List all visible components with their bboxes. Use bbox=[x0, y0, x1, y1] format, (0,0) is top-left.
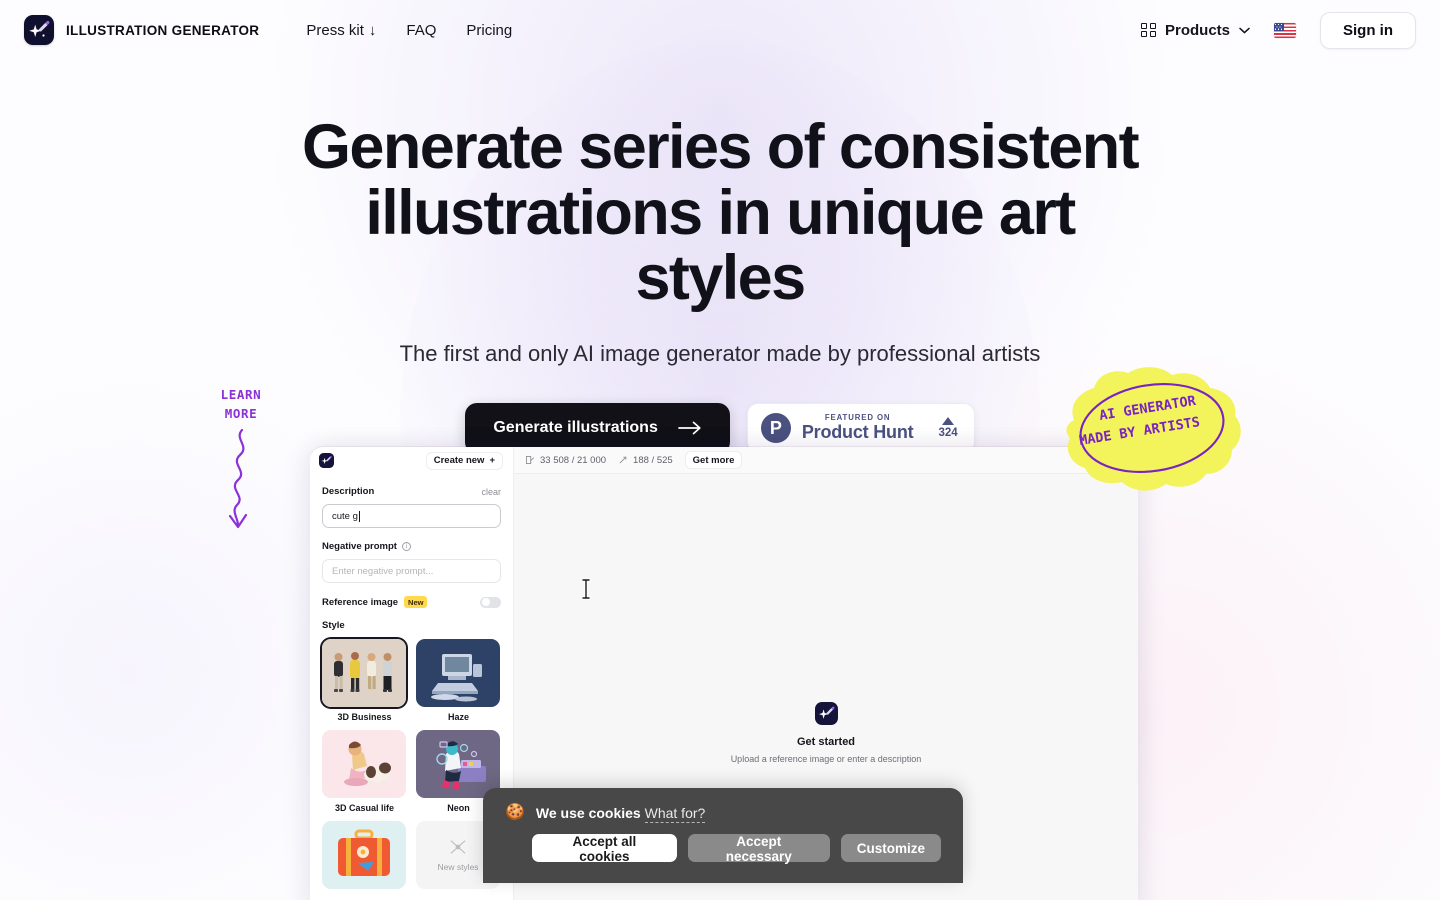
style-name-3d-casual-life: 3D Casual life bbox=[334, 803, 395, 813]
generation-credits-value: 188 / 525 bbox=[633, 454, 673, 466]
style-thumb-travel bbox=[322, 821, 406, 889]
style-label: Style bbox=[322, 620, 345, 631]
product-hunt-logo-icon: P bbox=[760, 413, 791, 444]
info-icon[interactable]: i bbox=[401, 542, 411, 551]
ai-generator-sticker: AI GENERATOR MADE BY ARTISTS bbox=[1052, 362, 1252, 497]
style-thumb-neon bbox=[416, 730, 500, 798]
get-started-title: Get started bbox=[796, 736, 856, 748]
reference-image-header: Reference image New bbox=[322, 596, 501, 608]
product-hunt-featured-label: FEATURED ON bbox=[824, 413, 891, 423]
style-option-travel[interactable] bbox=[322, 821, 407, 894]
style-thumb-3d-business bbox=[322, 639, 406, 707]
style-thumb-3d-casual-life bbox=[322, 730, 406, 798]
sparkle-brush-icon bbox=[24, 15, 54, 45]
products-menu-button[interactable]: Products bbox=[1141, 22, 1250, 39]
generation-credits: 188 / 525 bbox=[618, 455, 673, 466]
product-hunt-vote-count: 324 bbox=[938, 427, 958, 440]
cookie-message-row: 🍪 We use cookies What for? bbox=[505, 804, 941, 823]
app-canvas-header: 33 508 / 21 000 188 / 525 Get more I bbox=[514, 447, 1138, 474]
arrow-right-icon bbox=[678, 421, 701, 435]
grid-icon bbox=[1141, 22, 1156, 38]
description-clear-button[interactable]: clear bbox=[481, 487, 501, 497]
nav-link-press-kit-label: Press kit bbox=[306, 21, 364, 39]
negative-prompt-input[interactable]: Enter negative prompt... bbox=[322, 559, 501, 583]
header-right-cluster: Products Sign in bbox=[1141, 11, 1416, 49]
nav-link-faq[interactable]: FAQ bbox=[406, 22, 436, 39]
product-hunt-votes: 324 bbox=[924, 417, 958, 440]
reference-image-label: Reference image bbox=[322, 596, 399, 608]
download-arrow-icon: ↓ bbox=[368, 21, 377, 39]
new-badge: New bbox=[404, 596, 428, 608]
image-credits-value: 33 508 / 21 000 bbox=[540, 454, 607, 466]
nav-link-pricing[interactable]: Pricing bbox=[466, 22, 512, 39]
nav-link-pricing-label: Pricing bbox=[466, 21, 513, 39]
style-option-3d-business[interactable]: 3D Business bbox=[322, 639, 407, 722]
create-new-label: Create new bbox=[433, 455, 485, 466]
customize-cookies-button[interactable]: Customize bbox=[840, 834, 941, 862]
generation-credits-icon bbox=[619, 456, 627, 464]
negative-prompt-header: Negative prompt i bbox=[322, 541, 501, 552]
brand-name: ILLUSTRATION GENERATOR bbox=[66, 22, 260, 38]
style-name-3d-business: 3D Business bbox=[337, 712, 392, 722]
product-hunt-name: Product Hunt bbox=[801, 422, 914, 443]
cookie-message: We use cookies What for? bbox=[535, 805, 706, 823]
app-logo-icon bbox=[319, 453, 334, 468]
description-label: Description bbox=[322, 486, 375, 497]
description-input[interactable]: cute g bbox=[322, 504, 501, 528]
accept-all-cookies-button[interactable]: Accept all cookies bbox=[532, 834, 677, 864]
style-name-haze: Haze bbox=[447, 712, 469, 722]
accept-necessary-button[interactable]: Accept necessary bbox=[687, 834, 830, 864]
nav-link-press-kit[interactable]: Press kit ↓ bbox=[306, 22, 376, 39]
description-field-header: Description clear bbox=[322, 486, 501, 497]
app-toolbar: Create new + 33 508 / 21 000 188 / 525 G… bbox=[310, 447, 1138, 474]
sign-in-button[interactable]: Sign in bbox=[1320, 11, 1416, 49]
get-started-subtitle: Upload a reference image or enter a desc… bbox=[730, 754, 922, 764]
product-hunt-logo-letter: P bbox=[769, 417, 782, 438]
get-started-empty-state: Get started Upload a reference image or … bbox=[726, 702, 926, 766]
cookie-actions: Accept all cookies Accept necessary Cust… bbox=[532, 834, 941, 864]
description-input-value: cute g bbox=[332, 510, 358, 522]
cookie-icon: 🍪 bbox=[505, 804, 525, 821]
shuffle-icon bbox=[450, 840, 466, 854]
text-cursor bbox=[580, 578, 592, 605]
style-thumb-haze bbox=[416, 639, 500, 707]
plus-icon: + bbox=[489, 455, 495, 466]
negative-prompt-placeholder: Enter negative prompt... bbox=[332, 565, 434, 577]
generate-illustrations-label: Generate illustrations bbox=[493, 419, 658, 437]
get-more-button[interactable]: Get more bbox=[684, 451, 743, 469]
cookie-banner: 🍪 We use cookies What for? Accept all co… bbox=[483, 788, 963, 883]
hero-title-line-1: Generate series of consistent bbox=[302, 112, 1140, 182]
style-grid: 3D Business Haze 3D Casual life Neon New… bbox=[322, 639, 501, 894]
style-option-haze[interactable]: Haze bbox=[416, 639, 501, 722]
generate-illustrations-button[interactable]: Generate illustrations bbox=[465, 402, 730, 454]
style-option-3d-casual-life[interactable]: 3D Casual life bbox=[322, 730, 407, 813]
image-credits: 33 508 / 21 000 bbox=[525, 455, 606, 466]
products-label: Products bbox=[1164, 21, 1230, 39]
language-flag-button[interactable] bbox=[1274, 22, 1296, 38]
new-styles-caption: New styles bbox=[437, 862, 479, 872]
image-credits-icon bbox=[526, 456, 534, 464]
cookie-what-for-link[interactable]: What for? bbox=[644, 805, 706, 823]
negative-prompt-label: Negative prompt bbox=[322, 541, 397, 552]
create-new-button[interactable]: Create new + bbox=[425, 451, 503, 470]
brand-logo[interactable]: ILLUSTRATION GENERATOR bbox=[24, 15, 259, 45]
cookie-message-bold: We use cookies bbox=[535, 805, 641, 821]
chevron-down-icon bbox=[1239, 27, 1250, 34]
page-title: Generate series of consistent illustrati… bbox=[280, 112, 1160, 314]
get-started-logo-icon bbox=[814, 702, 838, 725]
primary-nav: Press kit ↓ FAQ Pricing bbox=[306, 22, 512, 39]
page-root: ILLUSTRATION GENERATOR Press kit ↓ FAQ P… bbox=[0, 0, 1440, 900]
upvote-caret-icon bbox=[942, 417, 955, 426]
nav-link-faq-label: FAQ bbox=[406, 21, 437, 39]
site-header: ILLUSTRATION GENERATOR Press kit ↓ FAQ P… bbox=[0, 0, 1440, 60]
reference-image-toggle[interactable] bbox=[480, 596, 501, 608]
app-sidebar-header: Create new + bbox=[310, 447, 514, 474]
product-hunt-badge[interactable]: P FEATURED ON Product Hunt 324 bbox=[746, 403, 975, 454]
hero-title-line-2: illustrations in unique art styles bbox=[365, 177, 1076, 314]
